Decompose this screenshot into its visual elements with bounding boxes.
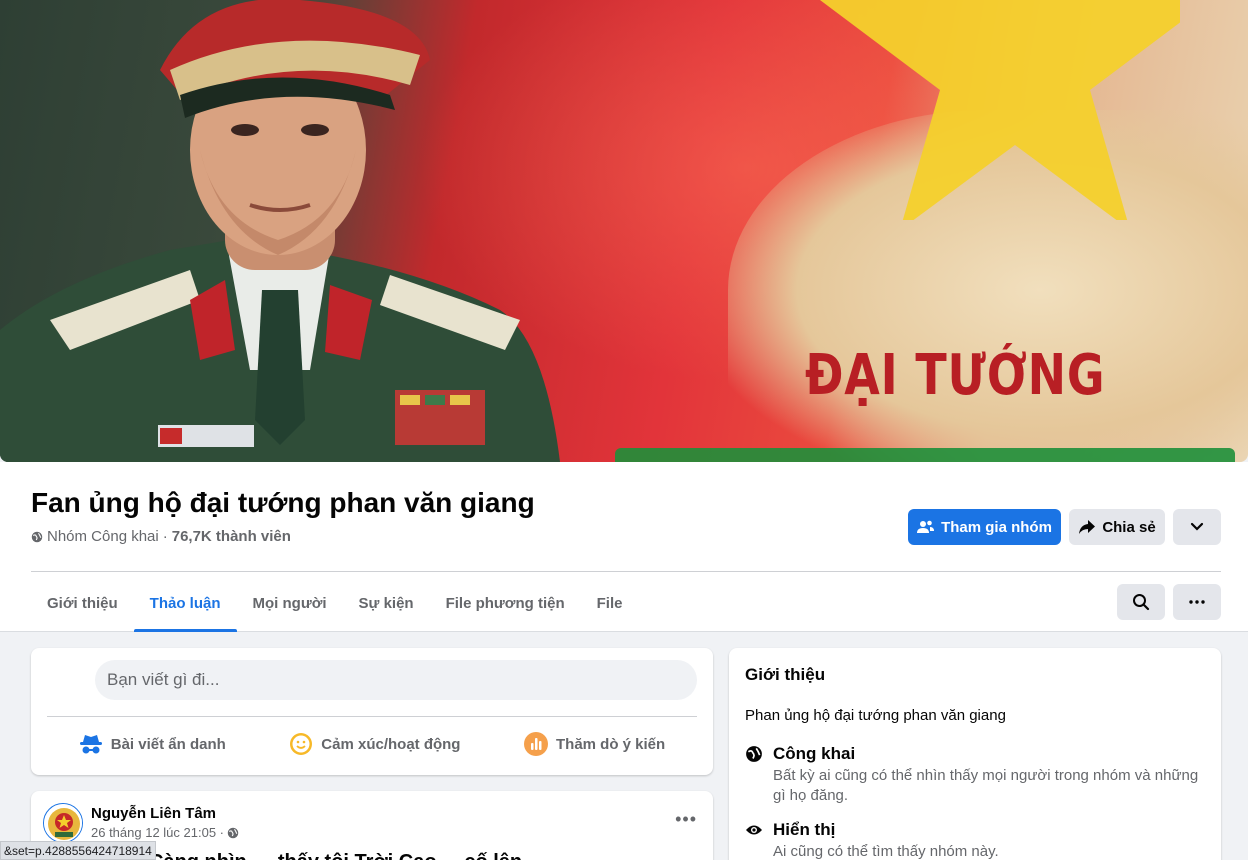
about-card: Giới thiệu Phan ủng hộ đại tướng phan vă…	[729, 648, 1221, 860]
feeling-activity-label: Cảm xúc/hoạt động	[321, 735, 461, 753]
status-bar-url: &set=p.4288556424718914	[0, 841, 156, 860]
anonymous-icon	[79, 735, 102, 754]
group-title[interactable]: Fan ủng hộ đại tướng phan văn giang	[31, 487, 535, 519]
smiley-icon	[290, 733, 313, 755]
tab-label: Thảo luận	[149, 594, 221, 612]
group-tabs: Giới thiệu Thảo luận Mọi người Sự kiện F…	[31, 574, 638, 632]
general-portrait	[0, 0, 560, 462]
chevron-down-icon	[1190, 522, 1204, 531]
visible-title: Hiển thị	[773, 820, 836, 839]
anonymous-post-button[interactable]: Bài viết ẩn danh	[79, 733, 226, 755]
tab-events[interactable]: Sự kiện	[343, 574, 430, 632]
composer-actions: Bài viết ẩn danh Cảm xúc/hoạt động Thăm …	[47, 728, 697, 760]
cover-photo[interactable]: ĐẠI TƯỚNG	[0, 0, 1248, 462]
post-author[interactable]: Nguyễn Liên Tâm	[91, 805, 216, 822]
post-composer: Bạn viết gì đi... Bài viết ẩn danh Cảm x…	[31, 648, 713, 775]
share-button[interactable]: Chia sẻ	[1069, 509, 1165, 545]
visibility-row: Hiển thị Ai cũng có thể tìm thấy nhóm nà…	[745, 820, 1205, 860]
privacy-label[interactable]: Nhóm Công khai	[47, 528, 159, 545]
globe-icon	[227, 827, 239, 838]
people-add-icon	[917, 520, 935, 533]
anonymous-post-label: Bài viết ẩn danh	[110, 735, 226, 753]
tab-people[interactable]: Mọi người	[237, 574, 343, 632]
public-description: Bất kỳ ai cũng có thể nhìn thấy mọi ngườ…	[773, 767, 1199, 804]
tab-label: Giới thiệu	[47, 594, 118, 612]
eye-icon	[746, 825, 762, 835]
tab-discussion[interactable]: Thảo luận	[133, 574, 237, 632]
tab-label: File	[596, 594, 623, 612]
visible-description: Ai cũng có thể tìm thấy nhóm này.	[773, 843, 999, 860]
share-label: Chia sẻ	[1102, 518, 1156, 536]
group-meta: Nhóm Công khai · 76,7K thành viên	[31, 528, 291, 545]
cover-caption: ĐẠI TƯỚNG	[805, 343, 1106, 408]
share-arrow-icon	[1079, 520, 1096, 534]
feeling-activity-button[interactable]: Cảm xúc/hoạt động	[289, 732, 460, 756]
more-options-dropdown[interactable]	[1173, 509, 1221, 545]
ellipsis-icon	[1189, 600, 1205, 604]
tab-media[interactable]: File phương tiện	[430, 574, 581, 632]
group-search-button[interactable]	[1117, 584, 1165, 620]
post-options-icon[interactable]: •••	[675, 809, 697, 830]
group-more-button[interactable]	[1173, 584, 1221, 620]
header-divider	[31, 571, 1221, 572]
poll-label: Thăm dò ý kiến	[556, 735, 666, 753]
tab-about[interactable]: Giới thiệu	[31, 574, 134, 632]
privacy-row: Công khai Bất kỳ ai cũng có thể nhìn thấ…	[745, 744, 1205, 806]
join-group-button[interactable]: Tham gia nhóm	[908, 509, 1061, 545]
about-description: Phan ủng hộ đại tướng phan văn giang	[745, 707, 1006, 724]
flag-star	[820, 0, 1180, 220]
public-title: Công khai	[773, 744, 856, 763]
globe-icon	[746, 746, 762, 762]
member-count[interactable]: 76,7K thành viên	[172, 528, 291, 545]
post-text: Càng nhìn … thấy tôi Trời Cao ... cố lên	[149, 851, 522, 860]
author-avatar[interactable]	[43, 803, 83, 843]
tab-label: Sự kiện	[358, 594, 414, 612]
poll-icon	[524, 732, 548, 756]
tab-files[interactable]: File	[581, 574, 639, 632]
about-title: Giới thiệu	[745, 665, 826, 684]
composer-input[interactable]: Bạn viết gì đi...	[95, 660, 697, 700]
post-timestamp[interactable]: 26 tháng 12 lúc 21:05 ·	[91, 825, 239, 840]
tab-label: File phương tiện	[445, 594, 565, 612]
globe-icon	[31, 531, 43, 542]
post-time-text: 26 tháng 12 lúc 21:05 ·	[91, 825, 224, 840]
cover-caption-strip	[615, 448, 1235, 462]
join-group-label: Tham gia nhóm	[941, 518, 1052, 536]
composer-divider	[47, 716, 697, 717]
tab-label: Mọi người	[252, 594, 327, 612]
poll-button[interactable]: Thăm dò ý kiến	[524, 732, 665, 756]
search-icon	[1133, 594, 1150, 611]
emblem-avatar-icon	[44, 804, 82, 842]
meta-separator: ·	[162, 528, 168, 545]
